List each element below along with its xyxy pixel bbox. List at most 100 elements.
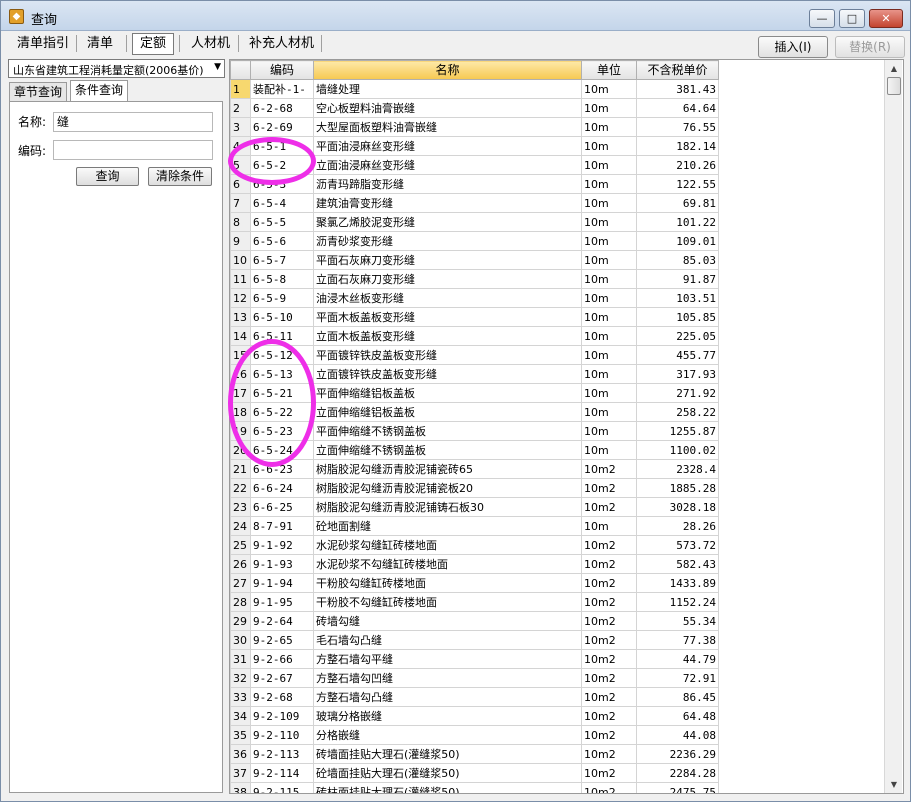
cell-code: 6-5-23 (250, 421, 314, 441)
query-button[interactable]: 查询 (76, 167, 139, 186)
col-header-code[interactable]: 编码 (250, 60, 314, 80)
cell-price: 225.05 (636, 326, 719, 346)
cell-code: 6-5-7 (250, 250, 314, 270)
table-row[interactable]: 4 6-5-1 平面油浸麻丝变形缝 10m 182.14 (230, 136, 719, 156)
table-row[interactable]: 1 装配补-1- 墙缝处理 10m 381.43 (230, 79, 719, 99)
table-row[interactable]: 29 9-2-64 砖墙勾缝 10m2 55.34 (230, 611, 719, 631)
insert-button[interactable]: 插入(I) (758, 36, 828, 58)
code-input[interactable] (53, 140, 213, 160)
cell-unit: 10m2 (581, 535, 637, 555)
col-header-unit[interactable]: 单位 (581, 60, 637, 80)
minimize-button[interactable]: — (809, 9, 835, 28)
table-row[interactable]: 26 9-1-93 水泥砂浆不勾缝缸砖楼地面 10m2 582.43 (230, 554, 719, 574)
cell-code: 装配补-1- (250, 79, 314, 99)
cell-unit: 10m2 (581, 573, 637, 593)
tab-labor-material-machine[interactable]: 人材机 (183, 33, 238, 55)
table-row[interactable]: 2 6-2-68 空心板塑料油膏嵌缝 10m 64.64 (230, 98, 719, 118)
row-number: 6 (230, 174, 251, 194)
row-number: 5 (230, 155, 251, 175)
table-row[interactable]: 8 6-5-5 聚氯乙烯胶泥变形缝 10m 101.22 (230, 212, 719, 232)
close-button[interactable]: ✕ (869, 9, 903, 28)
cell-price: 271.92 (636, 383, 719, 403)
toolbar-separator (179, 35, 180, 52)
table-row[interactable]: 16 6-5-13 立面镀锌铁皮盖板变形缝 10m 317.93 (230, 364, 719, 384)
table-row[interactable]: 20 6-5-24 立面伸缩缝不锈钢盖板 10m 1100.02 (230, 440, 719, 460)
cell-code: 9-1-93 (250, 554, 314, 574)
table-row[interactable]: 37 9-2-114 砼墙面挂贴大理石(灌缝浆50) 10m2 2284.28 (230, 763, 719, 783)
replace-button[interactable]: 替换(R) (835, 36, 905, 58)
cell-price: 182.14 (636, 136, 719, 156)
cell-unit: 10m2 (581, 497, 637, 517)
table-row[interactable]: 32 9-2-67 方整石墙勾凹缝 10m2 72.91 (230, 668, 719, 688)
table-row[interactable]: 11 6-5-8 立面石灰麻刀变形缝 10m 91.87 (230, 269, 719, 289)
table-row[interactable]: 19 6-5-23 平面伸缩缝不锈钢盖板 10m 1255.87 (230, 421, 719, 441)
row-number: 29 (230, 611, 251, 631)
table-row[interactable]: 24 8-7-91 砼地面割缝 10m 28.26 (230, 516, 719, 536)
scroll-thumb[interactable] (887, 77, 901, 95)
table-row[interactable]: 22 6-6-24 树脂胶泥勾缝沥青胶泥铺瓷板20 10m2 1885.28 (230, 478, 719, 498)
table-row[interactable]: 3 6-2-69 大型屋面板塑料油膏嵌缝 10m 76.55 (230, 117, 719, 137)
scroll-up-icon[interactable]: ▲ (885, 60, 903, 77)
vertical-scrollbar[interactable]: ▲ ▼ (884, 60, 902, 793)
tab-bill[interactable]: 清单 (79, 33, 121, 55)
cell-price: 122.55 (636, 174, 719, 194)
table-row[interactable]: 18 6-5-22 立面伸缩缝铝板盖板 10m 258.22 (230, 402, 719, 422)
cell-name: 砖柱面挂贴大理石(灌缝浆50) (313, 782, 582, 793)
name-input[interactable]: 缝 (53, 112, 213, 132)
table-row[interactable]: 13 6-5-10 平面木板盖板变形缝 10m 105.85 (230, 307, 719, 327)
cell-name: 方整石墙勾平缝 (313, 649, 582, 669)
table-row[interactable]: 36 9-2-113 砖墙面挂贴大理石(灌缝浆50) 10m2 2236.29 (230, 744, 719, 764)
table-row[interactable]: 35 9-2-110 分格嵌缝 10m2 44.08 (230, 725, 719, 745)
cell-price: 1255.87 (636, 421, 719, 441)
table-row[interactable]: 9 6-5-6 沥青砂浆变形缝 10m 109.01 (230, 231, 719, 251)
table-row[interactable]: 27 9-1-94 干粉胶勾缝缸砖楼地面 10m2 1433.89 (230, 573, 719, 593)
quota-library-value: 山东省建筑工程消耗量定额(2006基价) (13, 64, 204, 77)
cell-name: 大型屋面板塑料油膏嵌缝 (313, 117, 582, 137)
clear-conditions-button[interactable]: 清除条件 (148, 167, 212, 186)
table-row[interactable]: 31 9-2-66 方整石墙勾平缝 10m2 44.79 (230, 649, 719, 669)
table-row[interactable]: 38 9-2-115 砖柱面挂贴大理石(灌缝浆50) 10m2 2475.75 (230, 782, 719, 793)
row-number: 26 (230, 554, 251, 574)
table-row[interactable]: 6 6-5-3 沥青玛蹄脂变形缝 10m 122.55 (230, 174, 719, 194)
row-number: 10 (230, 250, 251, 270)
cell-code: 6-5-4 (250, 193, 314, 213)
cell-price: 64.64 (636, 98, 719, 118)
title-bar: ◆ 查询 — □ ✕ (1, 1, 910, 31)
quota-library-select[interactable]: 山东省建筑工程消耗量定额(2006基价) ▼ (8, 59, 225, 78)
cell-name: 方整石墙勾凹缝 (313, 668, 582, 688)
condition-query-panel: 名称: 缝 编码: 查询 清除条件 (9, 101, 223, 793)
tab-quota[interactable]: 定额 (132, 33, 175, 55)
table-row[interactable]: 17 6-5-21 平面伸缩缝铝板盖板 10m 271.92 (230, 383, 719, 403)
col-header-name[interactable]: 名称 (313, 60, 582, 80)
table-row[interactable]: 21 6-6-23 树脂胶泥勾缝沥青胶泥铺瓷砖65 10m2 2328.4 (230, 459, 719, 479)
table-row[interactable]: 5 6-5-2 立面油浸麻丝变形缝 10m 210.26 (230, 155, 719, 175)
tab-condition-query[interactable]: 条件查询 (70, 80, 129, 102)
table-row[interactable]: 25 9-1-92 水泥砂浆勾缝缸砖楼地面 10m2 573.72 (230, 535, 719, 555)
cell-price: 1152.24 (636, 592, 719, 612)
query-window: ◆ 查询 — □ ✕ 清单指引 清单 定额 人材机 补充人材机 插入(I) 替换… (0, 0, 911, 802)
cell-code: 6-5-10 (250, 307, 314, 327)
tab-bill-guide[interactable]: 清单指引 (9, 33, 77, 55)
col-header-price[interactable]: 不含税单价 (636, 60, 719, 80)
table-row[interactable]: 14 6-5-11 立面木板盖板变形缝 10m 225.05 (230, 326, 719, 346)
table-row[interactable]: 34 9-2-109 玻璃分格嵌缝 10m2 64.48 (230, 706, 719, 726)
tab-supplement-lmm[interactable]: 补充人材机 (241, 33, 322, 55)
table-row[interactable]: 23 6-6-25 树脂胶泥勾缝沥青胶泥铺铸石板30 10m2 3028.18 (230, 497, 719, 517)
tab-chapter-query[interactable]: 章节查询 (9, 82, 68, 101)
cell-name: 空心板塑料油膏嵌缝 (313, 98, 582, 118)
cell-unit: 10m (581, 212, 637, 232)
table-row[interactable]: 30 9-2-65 毛石墙勾凸缝 10m2 77.38 (230, 630, 719, 650)
maximize-button[interactable]: □ (839, 9, 865, 28)
table-row[interactable]: 15 6-5-12 平面镀锌铁皮盖板变形缝 10m 455.77 (230, 345, 719, 365)
table-row[interactable]: 33 9-2-68 方整石墙勾凸缝 10m2 86.45 (230, 687, 719, 707)
cell-name: 水泥砂浆不勾缝缸砖楼地面 (313, 554, 582, 574)
table-row[interactable]: 28 9-1-95 干粉胶不勾缝缸砖楼地面 10m2 1152.24 (230, 592, 719, 612)
cell-price: 1433.89 (636, 573, 719, 593)
scroll-down-icon[interactable]: ▼ (885, 776, 903, 793)
table-row[interactable]: 12 6-5-9 油浸木丝板变形缝 10m 103.51 (230, 288, 719, 308)
cell-name: 砖墙面挂贴大理石(灌缝浆50) (313, 744, 582, 764)
cell-price: 86.45 (636, 687, 719, 707)
table-row[interactable]: 7 6-5-4 建筑油膏变形缝 10m 69.81 (230, 193, 719, 213)
table-row[interactable]: 10 6-5-7 平面石灰麻刀变形缝 10m 85.03 (230, 250, 719, 270)
cell-name: 砼墙面挂贴大理石(灌缝浆50) (313, 763, 582, 783)
